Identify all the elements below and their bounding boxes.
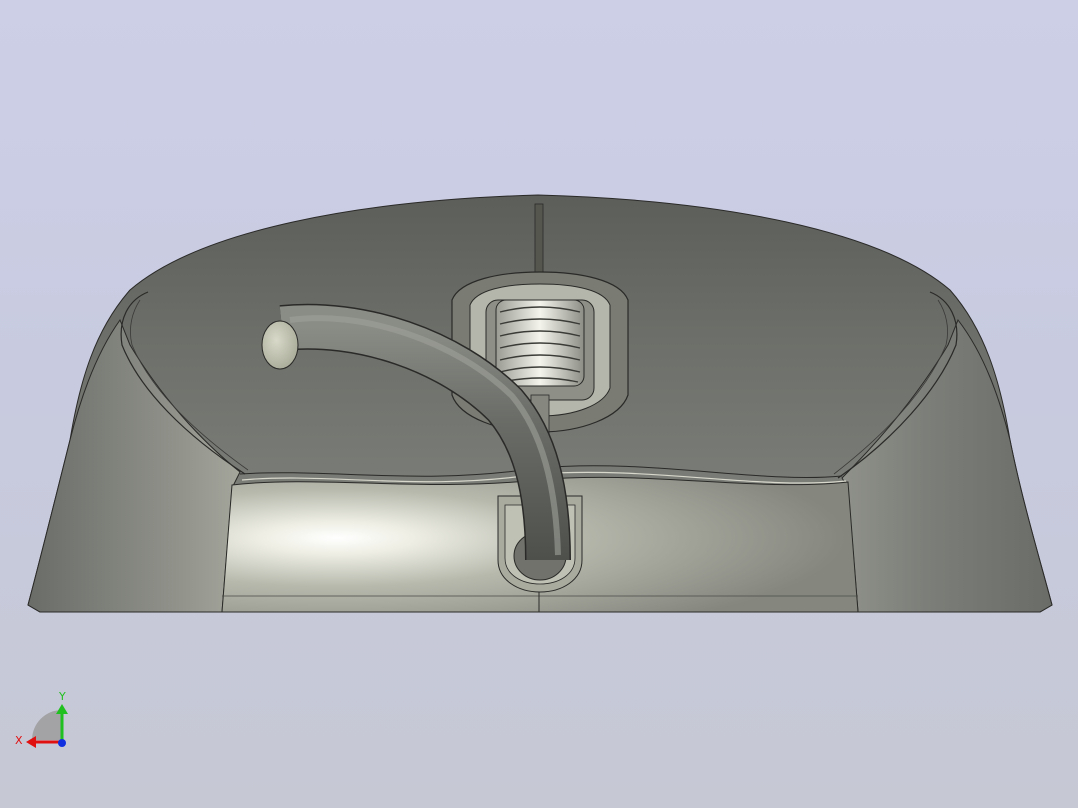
axis-triad[interactable]: Y X: [15, 690, 68, 748]
z-axis-dot-icon: [58, 739, 66, 747]
x-axis-arrow-icon: [26, 736, 36, 748]
mouse-model[interactable]: [27, 194, 1053, 613]
cad-3d-viewport[interactable]: Y X: [0, 0, 1078, 808]
triad-plane-icon: [32, 710, 62, 740]
button-split-groove: [534, 203, 544, 275]
cable-end-cap: [261, 320, 299, 370]
y-axis-arrow-icon: [56, 704, 68, 714]
y-axis-label: Y: [58, 690, 66, 703]
x-axis-label: X: [15, 734, 23, 747]
